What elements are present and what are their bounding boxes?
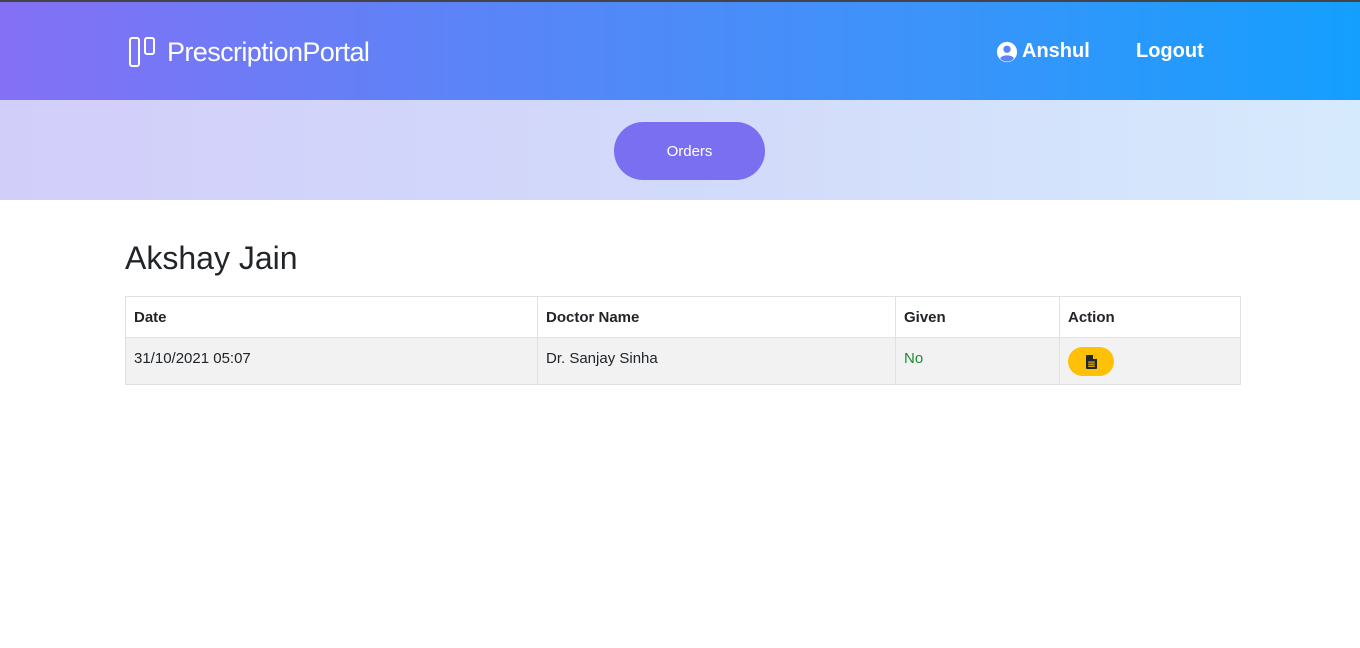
user-name: Anshul (1022, 40, 1090, 62)
cell-date: 31/10/2021 05:07 (125, 337, 538, 385)
column-header-date: Date (125, 296, 538, 338)
brand-logo-icon (129, 37, 155, 67)
cell-given: No (895, 337, 1060, 385)
prescriptions-table: Date Doctor Name Given Action 31/10/2021… (125, 296, 1241, 385)
column-header-doctor-name: Doctor Name (537, 296, 896, 338)
user-circle-icon (996, 41, 1018, 62)
table-header-row: Date Doctor Name Given Action (125, 296, 1241, 338)
user-menu-link[interactable]: Anshul (996, 40, 1090, 63)
cell-action (1059, 337, 1241, 385)
column-header-action: Action (1059, 296, 1241, 338)
logout-link[interactable]: Logout (1136, 40, 1204, 63)
view-prescription-button[interactable] (1068, 347, 1114, 376)
top-navbar: PrescriptionPortal Anshul Logout (0, 0, 1360, 100)
patient-name-heading: Akshay Jain (125, 240, 298, 276)
brand-name: PrescriptionPortal (167, 36, 370, 67)
brand-link[interactable]: PrescriptionPortal (129, 35, 370, 69)
orders-button[interactable]: Orders (614, 122, 765, 180)
file-document-icon (1085, 354, 1097, 369)
cell-doctor-name: Dr. Sanjay Sinha (537, 337, 896, 385)
column-header-given: Given (895, 296, 1060, 338)
table-row: 31/10/2021 05:07 Dr. Sanjay Sinha No (125, 337, 1241, 385)
sub-navbar: Orders (0, 100, 1360, 200)
